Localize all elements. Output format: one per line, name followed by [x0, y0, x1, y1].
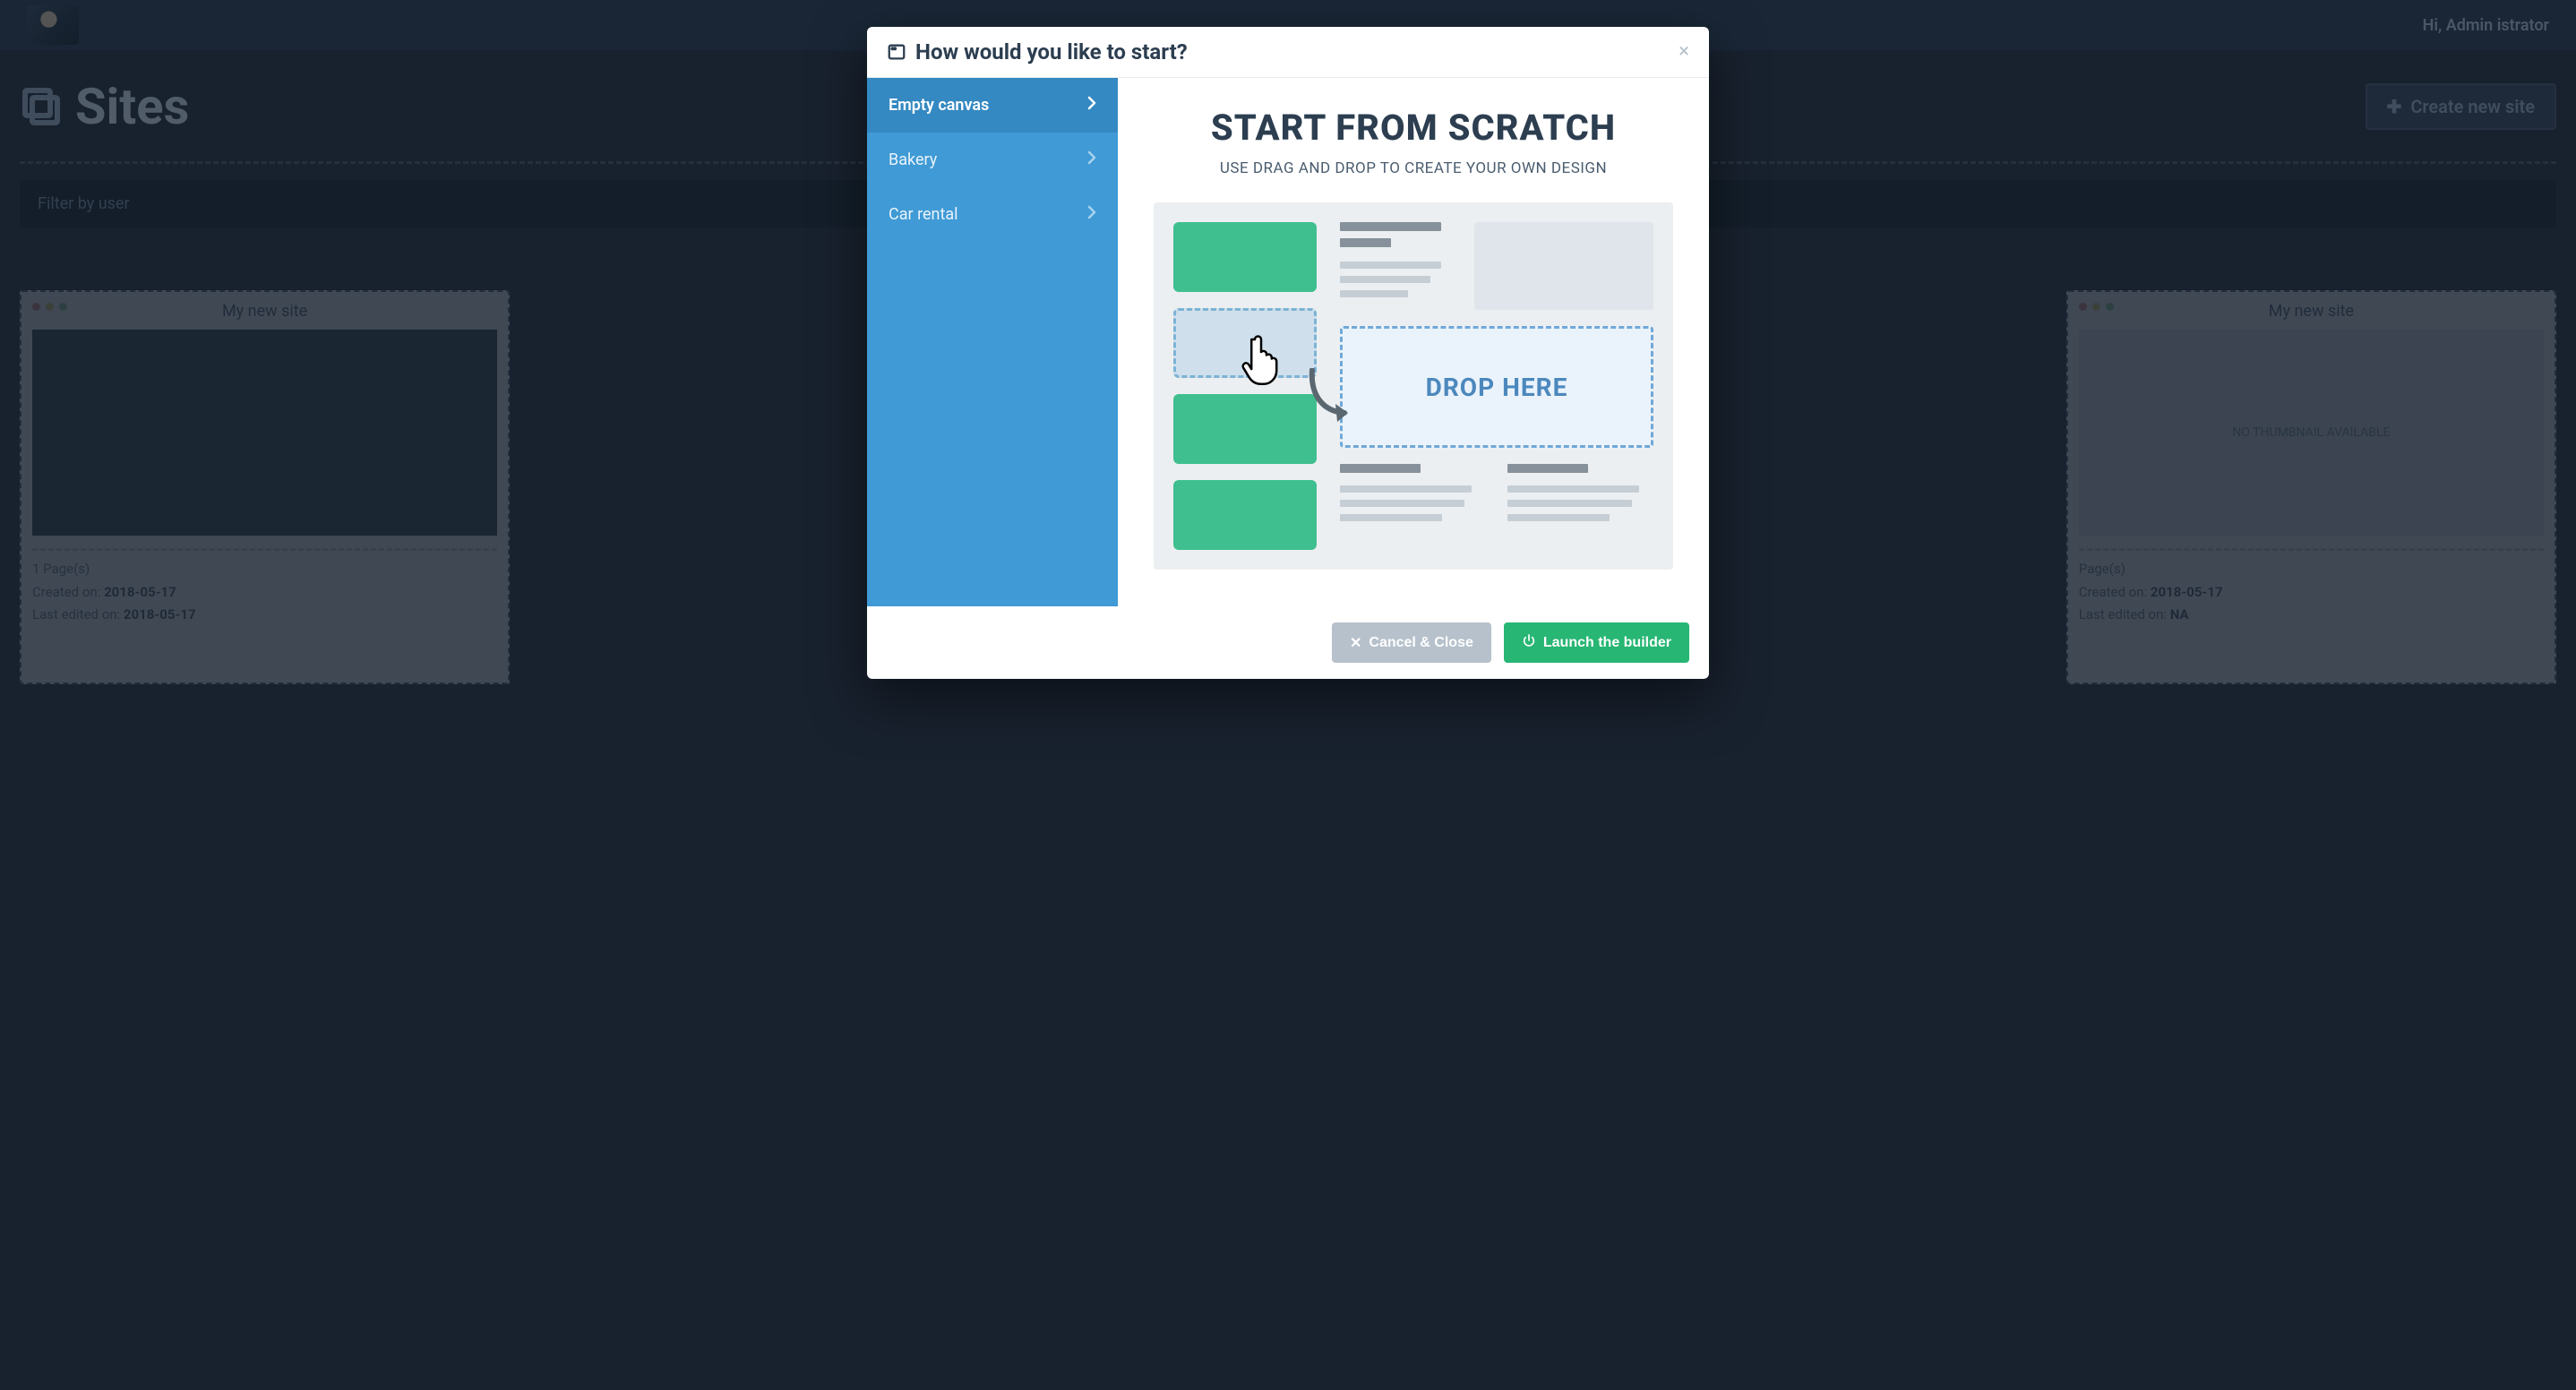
modal-footer: ✕ Cancel & Close Launch the builder [867, 606, 1709, 679]
window-icon [887, 42, 906, 62]
modal-header: How would you like to start? × [867, 27, 1709, 78]
text-placeholder [1340, 464, 1486, 521]
image-placeholder [1474, 222, 1653, 310]
text-placeholder [1507, 464, 1653, 521]
cancel-button[interactable]: ✕ Cancel & Close [1332, 622, 1491, 663]
illustration: DROP HERE [1154, 202, 1673, 570]
illustration-blocks [1173, 222, 1317, 550]
launch-label: Launch the builder [1543, 635, 1671, 651]
sidebar-item-label: Car rental [889, 205, 958, 224]
power-icon [1522, 633, 1536, 652]
block-card [1173, 394, 1317, 464]
chevron-right-icon [1087, 96, 1096, 115]
close-icon[interactable]: × [1679, 42, 1689, 62]
sidebar-item-label: Bakery [889, 150, 937, 169]
block-card [1173, 480, 1317, 550]
modal-title: How would you like to start? [887, 39, 1188, 64]
sidebar-item-car-rental[interactable]: Car rental [867, 187, 1118, 242]
close-icon: ✕ [1350, 634, 1361, 652]
start-modal: How would you like to start? × Empty can… [867, 27, 1709, 679]
hand-cursor-icon [1239, 334, 1282, 386]
drop-zone: DROP HERE [1340, 326, 1653, 448]
block-card [1173, 222, 1317, 292]
chevron-right-icon [1087, 205, 1096, 224]
chevron-right-icon [1087, 150, 1096, 169]
modal-body: Empty canvas Bakery Car rental START FRO… [867, 78, 1709, 606]
modal-content: START FROM SCRATCH USE DRAG AND DROP TO … [1118, 78, 1709, 606]
sidebar-item-bakery[interactable]: Bakery [867, 133, 1118, 187]
sidebar-item-empty-canvas[interactable]: Empty canvas [867, 78, 1118, 133]
content-heading: START FROM SCRATCH [1211, 107, 1616, 149]
cancel-label: Cancel & Close [1369, 635, 1473, 651]
content-subheading: USE DRAG AND DROP TO CREATE YOUR OWN DES… [1220, 159, 1607, 177]
arrow-icon [1303, 368, 1357, 431]
template-sidebar: Empty canvas Bakery Car rental [867, 78, 1118, 606]
modal-title-text: How would you like to start? [915, 39, 1188, 64]
sidebar-item-label: Empty canvas [889, 96, 989, 115]
text-placeholder [1340, 222, 1453, 310]
launch-builder-button[interactable]: Launch the builder [1504, 622, 1689, 663]
block-card-dragging [1173, 308, 1317, 378]
drop-label: DROP HERE [1426, 373, 1568, 402]
illustration-canvas: DROP HERE [1340, 222, 1653, 550]
